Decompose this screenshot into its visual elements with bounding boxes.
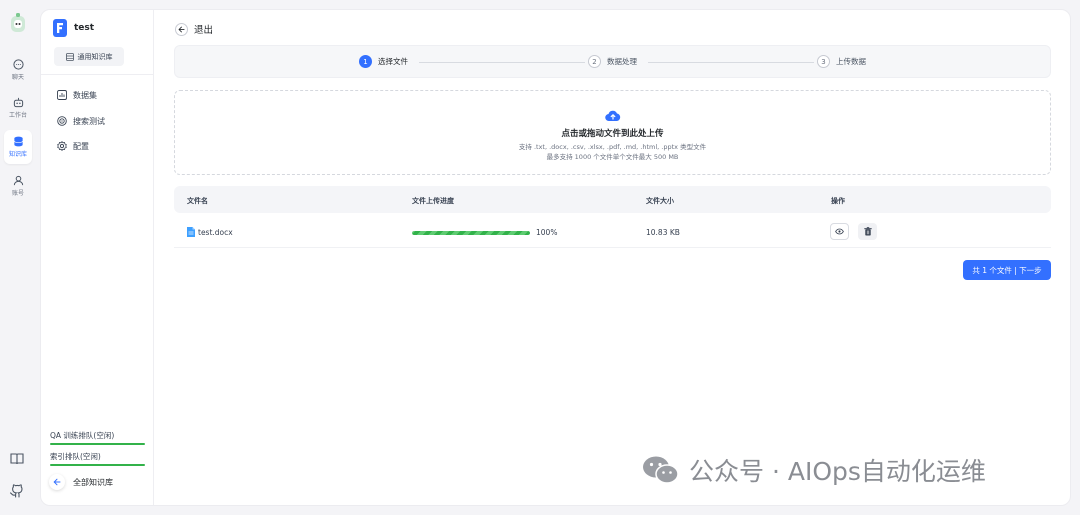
- nav-item-dataset[interactable]: 数据集: [49, 84, 146, 106]
- step-process-data: 2 数据处理: [588, 55, 637, 68]
- step-number: 3: [817, 55, 830, 68]
- col-filename: 文件名: [187, 197, 208, 205]
- cloud-upload-icon: [605, 108, 621, 122]
- queue-label: 索引排队(空闲): [50, 452, 101, 461]
- rail-item-label: 知识库: [8, 151, 27, 158]
- eye-icon: [835, 228, 844, 235]
- github-icon[interactable]: [9, 482, 27, 500]
- file-cell: test.docx: [187, 227, 233, 237]
- table-row: test.docx 100% 10.83 KB: [174, 216, 1051, 248]
- col-progress: 文件上传进度: [412, 197, 454, 205]
- nav-item-config[interactable]: 配置: [49, 135, 146, 157]
- rail-item-account[interactable]: 账号: [4, 169, 32, 203]
- user-icon: [13, 175, 23, 186]
- rail-item-label: 聊天: [11, 74, 24, 81]
- file-name: test.docx: [198, 227, 233, 237]
- step-number: 2: [588, 55, 601, 68]
- watermark-text: 公众号 · AIOps自动化运维: [689, 457, 986, 486]
- step-number: 1: [359, 55, 372, 68]
- preview-button[interactable]: [830, 223, 849, 240]
- queue-bar: [50, 464, 145, 466]
- main-card: test 通用知识库 数据集 搜索测试 配置 QA 训练排队(空闲) 索引排队(…: [40, 9, 1071, 506]
- queue-label: QA 训练排队(空闲): [50, 431, 115, 440]
- progress-cell: 100%: [412, 228, 557, 237]
- queue-bar: [50, 443, 145, 445]
- rail-item-label: 账号: [11, 190, 24, 197]
- kb-name: test: [74, 23, 95, 33]
- kb-type-badge: 通用知识库: [54, 47, 124, 66]
- step-connector: [648, 62, 814, 63]
- rail-item-label: 工作台: [8, 112, 27, 119]
- qa-queue-status: QA 训练排队(空闲): [50, 430, 145, 445]
- drop-title: 点击或拖动文件到此处上传: [561, 129, 664, 139]
- index-queue-status: 索引排队(空闲): [50, 451, 145, 466]
- app-rail: 聊天 工作台 知识库 账号: [0, 0, 36, 515]
- rail-item-knowledge-base[interactable]: 知识库: [4, 130, 32, 164]
- robot-icon: [13, 97, 23, 108]
- stepper: 1 选择文件 2 数据处理 3 上传数据: [174, 45, 1051, 78]
- drop-limit: 最多支持 1000 个文件单个文件最大 500 MB: [546, 153, 679, 161]
- rail-item-chat[interactable]: 聊天: [4, 53, 32, 87]
- wechat-icon: [643, 456, 679, 484]
- import-panel: 退出 1 选择文件 2 数据处理 3 上传数据 点击或拖动文件到此处上传 支持: [155, 10, 1070, 505]
- progress-fill: [412, 230, 530, 235]
- col-actions: 操作: [831, 197, 845, 205]
- progress-bar: [412, 230, 530, 235]
- step-upload-data: 3 上传数据: [817, 55, 866, 68]
- nav-item-label: 配置: [73, 141, 89, 151]
- kb-header: test 通用知识库: [41, 10, 153, 75]
- delete-button[interactable]: [858, 223, 877, 240]
- kb-type-label: 通用知识库: [77, 52, 113, 61]
- step-label: 上传数据: [836, 57, 866, 66]
- step-label: 数据处理: [607, 57, 637, 66]
- docx-file-icon: [187, 227, 195, 237]
- col-size: 文件大小: [646, 197, 674, 205]
- step-connector: [419, 62, 585, 63]
- arrow-left-icon: [49, 474, 65, 490]
- nav-item-search-test[interactable]: 搜索测试: [49, 110, 146, 132]
- all-kb-link[interactable]: 全部知识库: [49, 474, 113, 490]
- book-icon[interactable]: [9, 451, 27, 469]
- step-label: 选择文件: [378, 57, 408, 66]
- all-kb-label: 全部知识库: [73, 477, 113, 487]
- kb-logo-icon: [53, 19, 67, 37]
- rail-item-workbench[interactable]: 工作台: [4, 91, 32, 125]
- progress-text: 100%: [536, 228, 558, 237]
- file-size: 10.83 KB: [646, 228, 680, 237]
- file-drop-zone[interactable]: 点击或拖动文件到此处上传 支持 .txt, .docx, .csv, .xlsx…: [174, 90, 1051, 175]
- nav-item-label: 数据集: [73, 90, 97, 100]
- nav-item-label: 搜索测试: [73, 116, 105, 126]
- arrow-left-icon: [175, 22, 188, 36]
- table-header: 文件名 文件上传进度 文件大小 操作: [174, 186, 1051, 213]
- list-icon: [65, 52, 74, 61]
- chart-icon: [57, 90, 67, 100]
- target-icon: [57, 116, 67, 126]
- drop-formats: 支持 .txt, .docx, .csv, .xlsx, .pdf, .md, …: [518, 143, 707, 151]
- trash-icon: [863, 227, 872, 236]
- exit-label: 退出: [194, 25, 214, 36]
- step-select-file: 1 选择文件: [359, 55, 408, 68]
- chat-icon: [12, 59, 24, 70]
- watermark: 公众号 · AIOps自动化运维: [641, 452, 986, 488]
- database-icon: [13, 136, 23, 147]
- app-logo-icon[interactable]: [8, 12, 28, 36]
- gear-icon: [57, 141, 67, 151]
- next-step-button[interactable]: 共 1 个文件 | 下一步: [963, 260, 1051, 280]
- exit-button[interactable]: 退出: [175, 22, 213, 36]
- kb-sidebar: test 通用知识库 数据集 搜索测试 配置 QA 训练排队(空闲) 索引排队(…: [41, 10, 154, 505]
